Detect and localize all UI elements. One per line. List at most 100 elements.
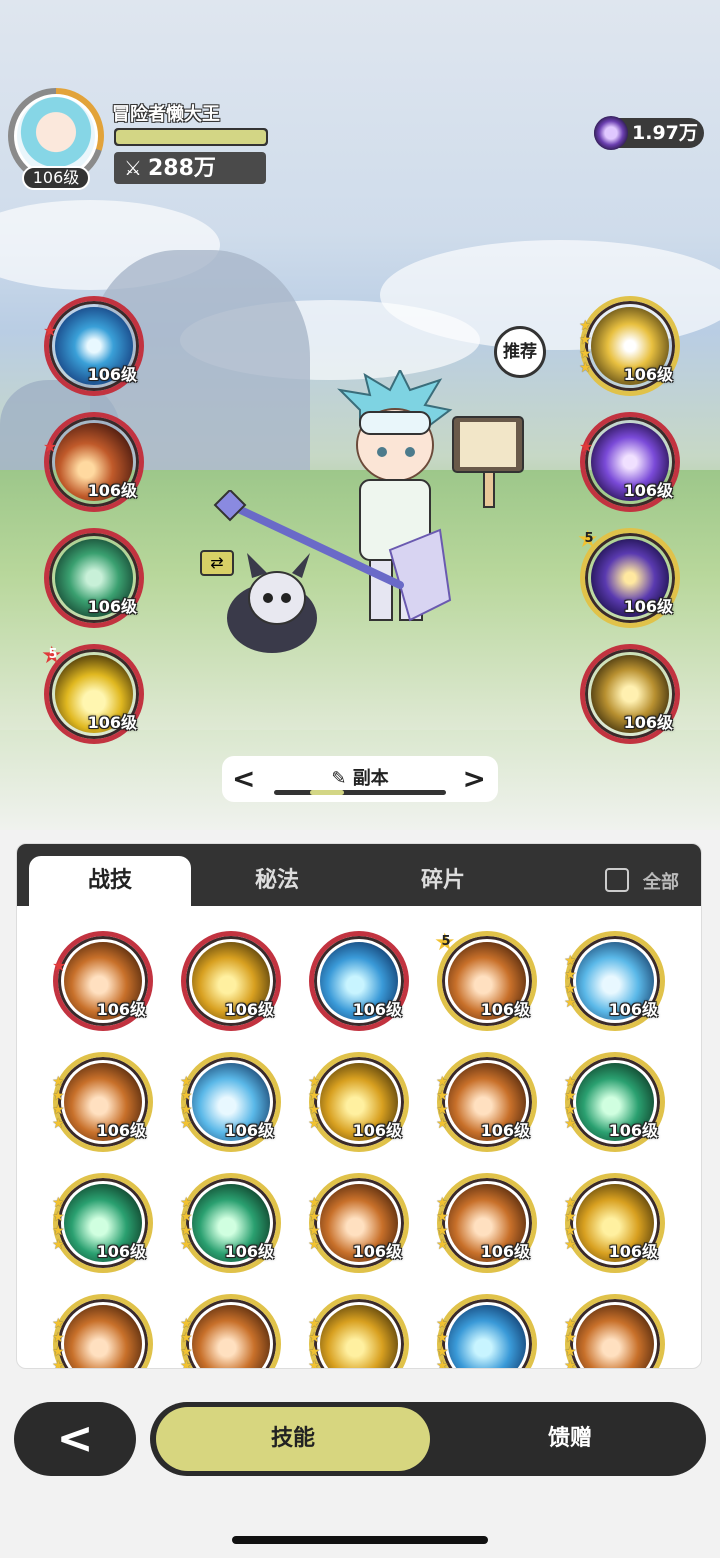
skill-level: 106级 [480, 1121, 530, 1140]
skill-orb[interactable]: 106级 ★ ★ ★ ★ [436, 1052, 537, 1152]
skill-level: 106级 [352, 1121, 402, 1140]
gold-stars-icon: ★ ★ ★ ★ [308, 1316, 321, 1369]
skill-level: 106级 [224, 1121, 274, 1140]
gold-stars-icon: ★ ★ ★ ★ [579, 318, 592, 376]
gold-stars-icon: ★ ★ ★ ★ [564, 1316, 577, 1369]
skill-level: 106级 [608, 1000, 658, 1019]
skill-level: 106级 [480, 1242, 530, 1261]
back-button[interactable]: < [14, 1402, 136, 1476]
crossed-swords-icon: ⚔ [124, 156, 142, 180]
skill-orb[interactable]: 106级 ★ [43, 296, 144, 396]
currency-display[interactable]: 1.97万 [594, 116, 704, 150]
red-star-icon: ★ [579, 437, 594, 456]
gold-stars-icon: ★ ★ ★ ★ [436, 1316, 449, 1369]
gold-stars-icon: ★ ★ ★ ★ [180, 1316, 193, 1369]
skill-orb[interactable]: 106级 ★ ★ ★ ★ [180, 1052, 281, 1152]
pencil-icon: ✎ [331, 768, 347, 789]
skill-level: 106级 [608, 1242, 658, 1261]
show-all-label: 全部 [643, 872, 679, 893]
skill-orb[interactable]: ★ ★ ★ ★ [564, 1294, 665, 1369]
star-rank-number: 5 [441, 934, 451, 949]
hp-bar [114, 128, 268, 146]
pet-character [227, 553, 317, 653]
tab-skills[interactable]: 技能 [156, 1407, 430, 1471]
currency-amount: 1.97万 [632, 122, 698, 144]
player-level: 106级 [22, 166, 90, 190]
skill-orb[interactable]: 106级 ★ [52, 931, 153, 1031]
skill-orb[interactable]: 106级 ★ ★ ★ ★ [579, 296, 680, 396]
show-all-toggle[interactable]: 全部 [605, 868, 679, 894]
skill-level: 106级 [623, 481, 673, 500]
gold-stars-icon: ★ ★ ★ ★ [308, 1195, 321, 1253]
gold-stars-icon: ★ ★ ★ ★ [436, 1195, 449, 1253]
skill-orb[interactable]: 106级 ★ ★ ★ ★ [52, 1173, 153, 1273]
skill-orb[interactable]: ★ ★ ★ ★ [436, 1294, 537, 1369]
spellbook-icon [452, 416, 524, 508]
skill-orb[interactable]: 106级 ★ 5 [577, 527, 680, 628]
tab-arcana[interactable]: 秘法 [197, 856, 357, 906]
skill-level: 106级 [623, 713, 673, 732]
player-name: 冒险者懒大王 [112, 104, 220, 125]
skill-orb[interactable]: 106级 ★ [579, 412, 680, 512]
red-star-icon: ★ [43, 437, 58, 456]
skill-level: 106级 [352, 1242, 402, 1261]
skill-orb[interactable]: 106级 ★ 5 [41, 643, 144, 744]
checkbox-icon[interactable] [605, 868, 629, 892]
gold-stars-icon: ★ ★ ★ ★ [52, 1074, 65, 1132]
home-indicator[interactable] [232, 1536, 488, 1544]
skill-orb[interactable]: ★ ★ ★ ★ [308, 1294, 409, 1369]
red-star-icon: ★ [43, 321, 58, 340]
skill-orb[interactable]: 106级 ★ ★ ★ ★ [308, 1173, 409, 1273]
skill-level: 106级 [87, 481, 137, 500]
skill-level: 106级 [352, 1000, 402, 1019]
mode-label: ✎ 副本 [222, 764, 498, 790]
skill-orb[interactable]: 106级 ★ ★ ★ ★ [564, 1052, 665, 1152]
skill-orb[interactable]: 106级 [44, 528, 144, 628]
next-mode-button[interactable]: > [463, 762, 486, 795]
mode-selector: < ✎ 副本 > [222, 756, 498, 802]
skill-orb[interactable]: 106级 ★ ★ ★ ★ [436, 1173, 537, 1273]
skill-orb[interactable]: 106级 ★ ★ ★ ★ [52, 1052, 153, 1152]
skill-orb[interactable]: 106级 ★ ★ ★ ★ [564, 1173, 665, 1273]
skill-level: 106级 [224, 1242, 274, 1261]
mode-scroll-track [274, 790, 446, 795]
combat-power-value: 288万 [148, 156, 216, 181]
skill-orb[interactable]: 106级 ★ ★ ★ ★ [564, 931, 665, 1031]
mode-label-text: 副本 [352, 768, 389, 789]
skill-orb[interactable]: ★ ★ ★ ★ [180, 1294, 281, 1369]
skill-level: 106级 [87, 713, 137, 732]
gold-stars-icon: ★ ★ ★ ★ [308, 1074, 321, 1132]
skill-orb[interactable]: 106级 ★ ★ ★ ★ [308, 1052, 409, 1152]
skill-level: 106级 [623, 365, 673, 384]
star-rank-number: 5 [584, 531, 594, 546]
gold-stars-icon: ★ ★ ★ ★ [564, 1074, 577, 1132]
recommend-button[interactable]: 推荐 [494, 326, 546, 378]
tab-combat-skills[interactable]: 战技 [29, 856, 191, 906]
tab-fragments[interactable]: 碎片 [363, 856, 523, 906]
star-rank-badge: ★ 5 [41, 643, 65, 667]
golden-pyramid-icon [448, 1305, 526, 1368]
skill-orb[interactable]: 106级 [309, 931, 409, 1031]
skill-orb[interactable]: ★ ★ ★ ★ [52, 1294, 153, 1368]
gold-stars-icon: ★ ★ ★ ★ [436, 1074, 449, 1132]
swap-pet-button[interactable]: ⇄ [200, 550, 234, 576]
skill-orb[interactable]: 106级 ★ 5 [434, 930, 537, 1031]
teal-vortex-icon [64, 1305, 142, 1368]
skill-orb[interactable]: 106级 [580, 644, 680, 744]
skill-tabs: 战技 秘法 碎片 全部 [17, 844, 701, 906]
skill-level: 106级 [87, 365, 137, 384]
bottom-tab-switch: 技能 馈赠 [150, 1402, 706, 1476]
tab-gifts[interactable]: 馈赠 [440, 1407, 700, 1471]
purple-gem-icon [594, 116, 628, 150]
hp-bar-fill [116, 130, 266, 144]
skill-level: 106级 [96, 1000, 146, 1019]
skill-orb[interactable]: 106级 [181, 931, 281, 1031]
skill-level: 106级 [480, 1000, 530, 1019]
gold-stars-icon: ★ ★ ★ ★ [180, 1195, 193, 1253]
red-star-icon: ★ [52, 956, 67, 975]
lava-icon [320, 1305, 398, 1368]
gold-stars-icon: ★ ★ ★ ★ [52, 1195, 65, 1253]
star-rank-badge: ★ 5 [577, 527, 601, 551]
skill-orb[interactable]: 106级 ★ [43, 412, 144, 512]
skill-orb[interactable]: 106级 ★ ★ ★ ★ [180, 1173, 281, 1273]
